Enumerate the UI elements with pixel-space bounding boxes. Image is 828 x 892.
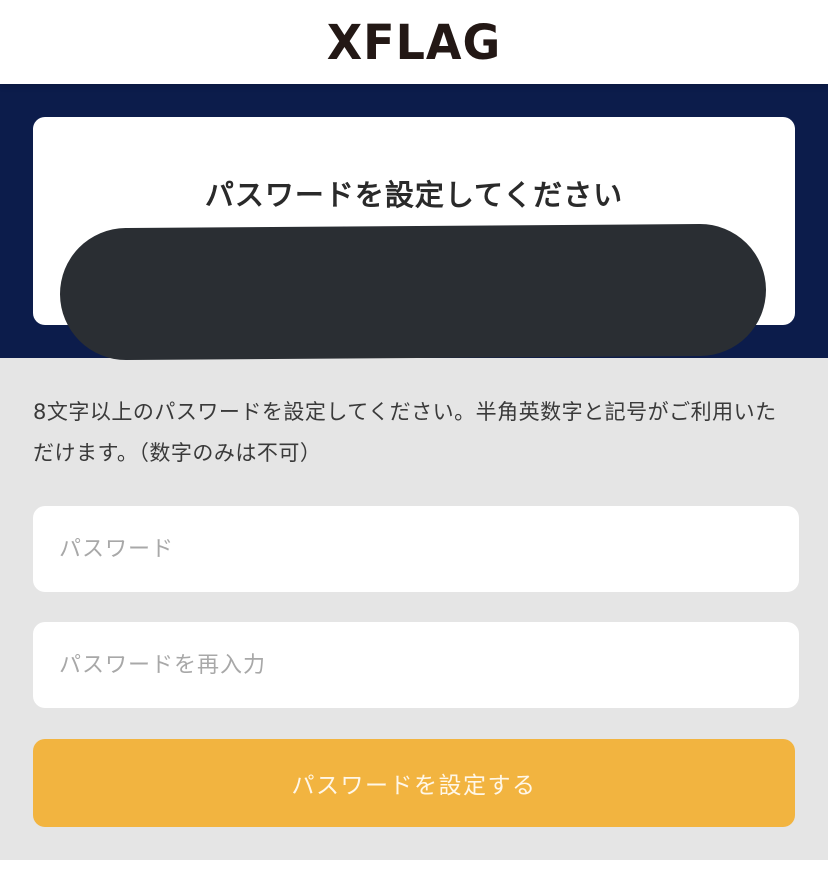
password-requirements-text: 8文字以上のパスワードを設定してください。半角英数字と記号がご利用いただけます。… xyxy=(33,400,777,465)
app-header: XFLAG xyxy=(0,0,828,84)
page-title: パスワードを設定してください xyxy=(204,178,624,212)
password-input[interactable] xyxy=(33,506,799,592)
set-password-button[interactable]: パスワードを設定する xyxy=(33,739,795,827)
password-confirm-input[interactable] xyxy=(33,622,799,708)
page-bottom xyxy=(0,860,828,892)
redacted-area xyxy=(59,223,767,361)
xflag-logo[interactable]: XFLAG xyxy=(327,18,502,66)
